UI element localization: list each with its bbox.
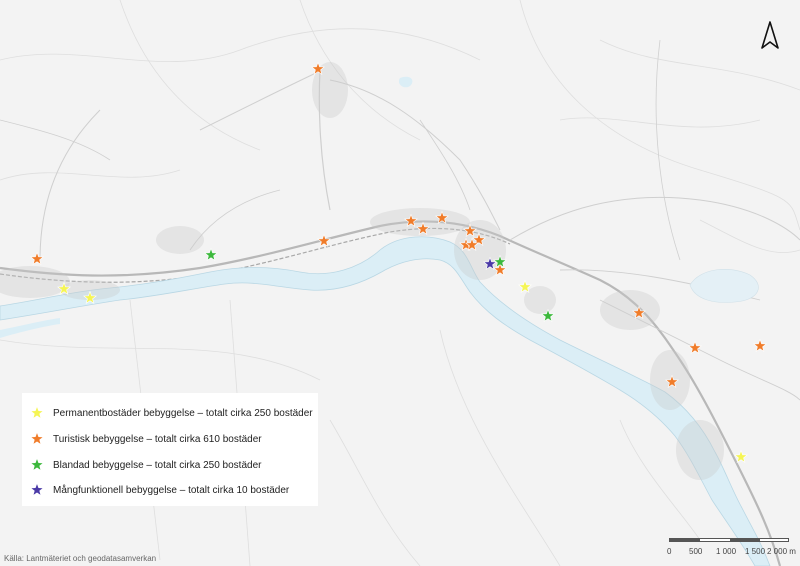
orange-star-icon [31, 433, 43, 444]
orange-star-icon [316, 233, 332, 247]
settlement-area [524, 286, 556, 314]
settlement-area [600, 290, 660, 330]
road-line [509, 196, 800, 241]
orange-star-icon [752, 338, 768, 352]
green-star-icon [203, 247, 219, 261]
map-credit: Källa: Lantmäteriet och geodatasamverkan [4, 554, 157, 563]
orange-star-icon [29, 251, 45, 265]
scale-label-0: 0 [667, 547, 672, 556]
orange-star-icon [687, 340, 703, 354]
terrain-line [699, 219, 800, 254]
road-line [329, 79, 501, 231]
legend-label-tourist: Turistisk bebyggelse – totalt cirka 610 … [53, 433, 262, 445]
settlement-area [156, 226, 204, 254]
legend-label-permanent: Permanentbostäder bebyggelse – totalt ci… [53, 407, 313, 419]
legend-item-tourist: Turistisk bebyggelse – totalt cirka 610 … [30, 430, 262, 448]
terrain-line [439, 329, 561, 566]
road-line [655, 39, 681, 261]
scale-label-500: 500 [689, 547, 703, 556]
terrain-line [0, 28, 481, 63]
road-line [199, 71, 319, 131]
legend-label-mixed: Blandad bebyggelse – totalt cirka 250 bo… [53, 459, 262, 471]
terrain-line [0, 339, 321, 381]
pond-shape [398, 76, 413, 88]
legend-label-multi: Mångfunktionell bebyggelse – totalt cirk… [53, 484, 290, 496]
map-legend: Permanentbostäder bebyggelse – totalt ci… [22, 393, 318, 506]
scale-label-2000: 2 000 m [767, 547, 796, 556]
terrain-line [0, 169, 181, 181]
scale-label-1500: 1 500 [745, 547, 766, 556]
road-line [0, 119, 111, 161]
north-arrow-icon [760, 20, 780, 52]
river-shape [0, 318, 60, 338]
settlement-area [0, 266, 70, 298]
road-line [419, 119, 471, 211]
scale-bar: 0 500 1 000 1 500 2 000 m [664, 538, 800, 566]
settlement-area [676, 420, 724, 480]
legend-item-permanent: Permanentbostäder bebyggelse – totalt ci… [30, 404, 313, 422]
terrain-line [559, 117, 761, 128]
yellow-star-icon [733, 449, 749, 463]
terrain-line [119, 0, 261, 151]
road-line [39, 109, 101, 261]
scale-label-1000: 1 000 [716, 547, 737, 556]
scale-bar-segments [669, 538, 789, 542]
legend-item-multi: Mångfunktionell bebyggelse – totalt cirk… [30, 481, 289, 499]
legend-item-mixed: Blandad bebyggelse – totalt cirka 250 bo… [30, 456, 261, 474]
terrain-line [519, 0, 800, 231]
terrain-line [329, 419, 421, 566]
green-star-icon [31, 459, 43, 470]
yellow-star-icon [31, 407, 43, 418]
purple-star-icon [31, 484, 43, 495]
pond-shape [689, 269, 759, 303]
